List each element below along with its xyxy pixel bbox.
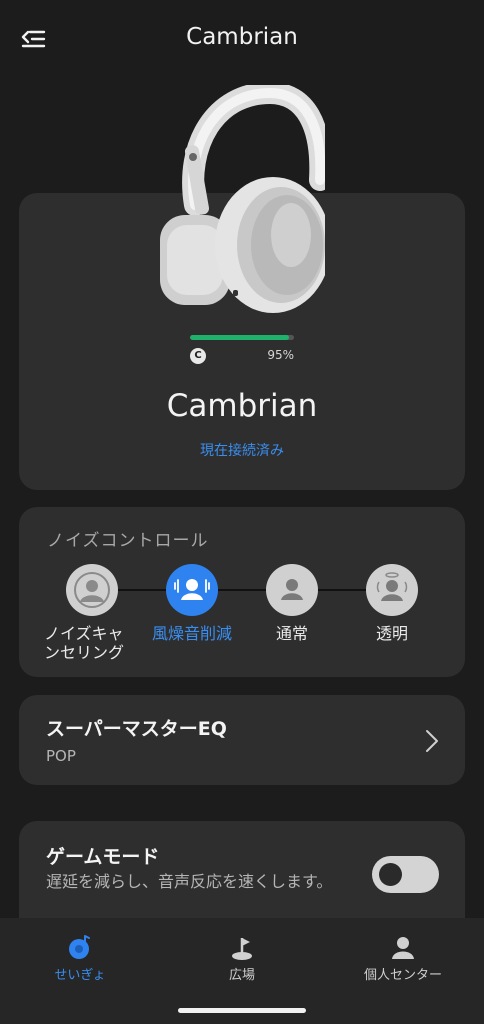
mode-transparency-button[interactable] [366,564,418,616]
mode-normal-label: 通常 [275,624,308,643]
noise-cancelling-icon [74,572,110,608]
device-name: Cambrian [166,388,318,424]
battery-progress-bar [190,335,294,340]
eq-title: スーパーマスターEQ [46,718,227,740]
mode-wind-noise-reduction-label: 風燥音削減 [151,624,232,643]
game-mode-title: ゲームモード [46,846,160,868]
headphone-image [160,85,325,313]
home-indicator [178,1008,306,1013]
game-mode-description: 遅延を減らし、音声反応を速くします。 [46,872,333,891]
battery-case-icon: C [190,348,206,364]
toggle-knob [379,863,402,886]
eq-value: POP [46,747,76,765]
noise-mode-track [92,589,392,591]
mode-normal-button[interactable] [266,564,318,616]
app-header: Cambrian [0,0,484,80]
game-mode-toggle[interactable] [372,856,439,893]
mode-wind-noise-reduction-button[interactable] [166,564,218,616]
mode-noise-cancelling-label-line2: ンセリング [44,643,125,662]
mode-noise-cancelling-label-line1: ノイズキャ [44,624,124,643]
chevron-right-icon [426,730,438,752]
mode-noise-cancelling-label: ノイズキャ ンセリング [44,624,140,662]
battery-percent: 95% [267,348,294,362]
mode-transparency-label: 透明 [375,624,408,643]
wind-noise-reduction-icon [174,579,210,600]
page-title: Cambrian [186,24,298,50]
tab-plaza[interactable]: 広場 [192,918,292,998]
mode-noise-cancelling-button[interactable] [66,564,118,616]
noise-control-title: ノイズコントロール [47,531,209,551]
normal-mode-icon [281,579,303,600]
tab-control-label: せいぎょ [54,968,106,983]
tab-plaza-label: 広場 [228,968,255,983]
profile-icon [392,937,414,959]
transparency-icon [376,572,408,601]
plaza-icon [232,938,252,960]
connection-status: 現在接続済み [200,443,284,459]
tab-control[interactable]: せいぎょ [30,918,130,998]
battery-progress-fill [190,335,289,340]
tab-profile-label: 個人センター [363,968,442,983]
tab-profile[interactable]: 個人センター [348,918,458,998]
control-icon [69,935,90,959]
